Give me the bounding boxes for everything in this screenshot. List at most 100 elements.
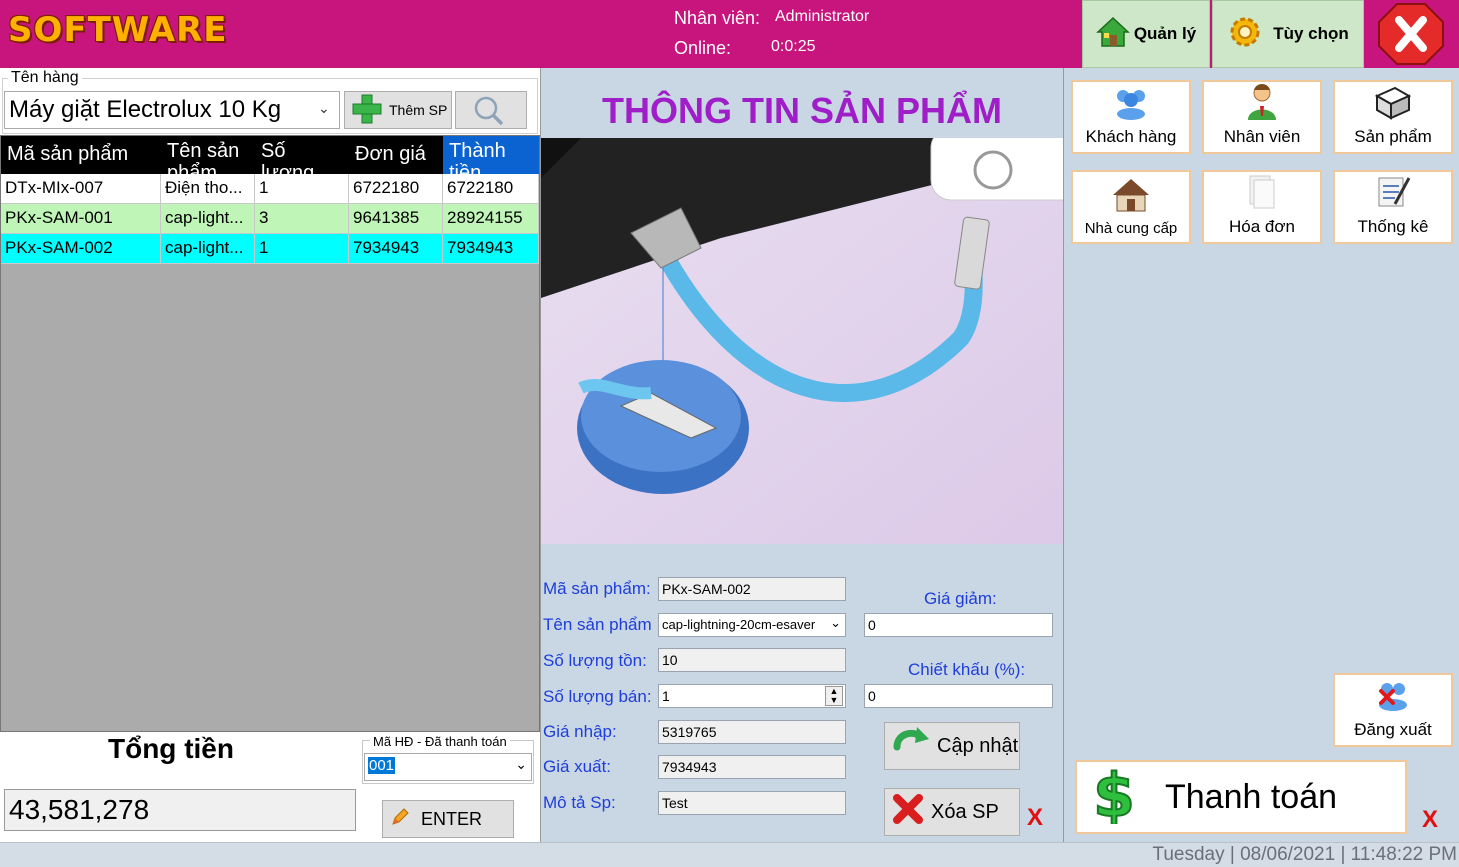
stock-quantity-label: Số lượng tồn: xyxy=(543,651,647,670)
house-icon xyxy=(1111,177,1151,218)
product-group-title: Tên hàng xyxy=(8,69,82,87)
employee-label: Nhân viên: xyxy=(674,8,761,28)
pay-label: Thanh toán xyxy=(1165,777,1338,816)
search-button[interactable] xyxy=(455,91,527,129)
customers-icon xyxy=(1111,84,1151,125)
total-label: Tổng tiền xyxy=(108,733,234,764)
cell-total: 28924155 xyxy=(443,204,539,234)
search-icon xyxy=(472,95,506,130)
employees-button[interactable]: Nhân viên xyxy=(1202,80,1322,154)
products-label: Sản phẩm xyxy=(1354,127,1432,146)
cell-unit-price: 9641385 xyxy=(349,204,443,234)
statistics-label: Thống kê xyxy=(1357,217,1429,236)
manage-label: Quản lý xyxy=(1133,24,1197,43)
invoices-label: Hóa đơn xyxy=(1229,217,1295,236)
sell-quantity-label: Số lượng bán: xyxy=(543,687,652,706)
product-name-select[interactable]: cap-lightning-20cm-esaver ⌄ xyxy=(658,613,846,637)
description-field[interactable]: Test xyxy=(658,791,846,815)
status-bar: Tuesday | 08/06/2021 | 11:48:22 PM xyxy=(0,842,1459,866)
column-header-total[interactable]: Thành tiền xyxy=(443,136,539,174)
cell-quantity: 1 xyxy=(255,174,349,204)
app-logo: SOFTWARE xyxy=(8,10,228,50)
cart-table: Mã sản phẩm Tên sản phẩm Số lượng Đơn gi… xyxy=(0,135,540,732)
employee-name: Administrator xyxy=(775,8,870,25)
sell-quantity-value: 1 xyxy=(662,688,670,704)
cell-unit-price: 7934943 xyxy=(349,234,443,264)
logout-button[interactable]: Đăng xuất xyxy=(1333,673,1453,747)
cell-code: PKx-SAM-002 xyxy=(1,234,161,264)
table-row[interactable]: PKx-SAM-002 cap-light... 1 7934943 79349… xyxy=(1,234,539,264)
cell-name: cap-light... xyxy=(161,204,255,234)
product-image xyxy=(541,127,1092,544)
suppliers-label: Nhà cung cấp xyxy=(1084,220,1178,237)
import-price-field[interactable]: 5319765 xyxy=(658,720,846,744)
add-product-label: Thêm SP xyxy=(389,102,448,118)
cell-quantity: 3 xyxy=(255,204,349,234)
invoice-select[interactable]: 001 ⌄ xyxy=(364,753,532,781)
delete-icon xyxy=(891,792,925,832)
table-row[interactable]: DTx-MIx-007 Điện tho... 1 6722180 672218… xyxy=(1,174,539,204)
report-icon xyxy=(1373,172,1413,215)
discount-label: Giá giảm: xyxy=(924,589,997,608)
update-button[interactable]: Cập nhật xyxy=(884,722,1020,770)
cell-code: PKx-SAM-001 xyxy=(1,204,161,234)
online-label: Online: xyxy=(674,38,732,58)
update-label: Cập nhật xyxy=(937,734,1019,757)
refresh-icon xyxy=(891,725,931,767)
chevron-down-icon: ⌄ xyxy=(515,756,527,772)
close-button[interactable] xyxy=(1377,2,1445,66)
suppliers-button[interactable]: Nhà cung cấp xyxy=(1071,170,1191,244)
table-row[interactable]: PKx-SAM-001 cap-light... 3 9641385 28924… xyxy=(1,204,539,234)
online-time: 0:0:25 xyxy=(771,38,816,55)
employee-icon xyxy=(1244,82,1280,125)
cell-name: cap-light... xyxy=(161,234,255,264)
delete-product-button[interactable]: Xóa SP xyxy=(884,788,1020,836)
pay-x-icon: X xyxy=(1422,806,1439,833)
product-code-field[interactable]: PKx-SAM-002 xyxy=(658,577,846,601)
stock-quantity-field[interactable]: 10 xyxy=(658,648,846,672)
discount-field[interactable]: 0 xyxy=(864,613,1053,637)
export-price-label: Giá xuất: xyxy=(543,757,612,776)
manage-button[interactable]: Quản lý xyxy=(1082,0,1210,68)
chevron-down-icon: ⌄ xyxy=(830,615,841,630)
column-header-unit-price[interactable]: Đơn giá xyxy=(349,136,443,174)
delete-product-label: Xóa SP xyxy=(931,800,999,823)
product-name-value: cap-lightning-20cm-esaver xyxy=(662,617,816,632)
column-header-name[interactable]: Tên sản phẩm xyxy=(161,136,255,174)
close-icon xyxy=(1377,3,1445,69)
product-code-label: Mã sản phẩm: xyxy=(543,579,651,598)
logout-label: Đăng xuất xyxy=(1354,720,1432,739)
customers-label: Khách hàng xyxy=(1085,127,1177,146)
statistics-button[interactable]: Thống kê xyxy=(1333,170,1453,244)
export-price-field[interactable]: 7934943 xyxy=(658,755,846,779)
sell-quantity-stepper[interactable]: 1 ▲ ▼ xyxy=(658,684,846,708)
logout-icon xyxy=(1373,677,1413,718)
enter-label: ENTER xyxy=(421,808,483,829)
product-info-title: THÔNG TIN SẢN PHẨM xyxy=(602,90,1002,131)
spinner-arrows-icon[interactable]: ▲ ▼ xyxy=(825,686,843,706)
invoice-select-value: 001 xyxy=(368,757,396,774)
gear-icon xyxy=(1227,14,1263,55)
description-label: Mô tả Sp: xyxy=(543,793,616,812)
enter-button[interactable]: ENTER xyxy=(382,800,514,838)
product-select[interactable]: Máy giặt Electrolux 10 Kg xyxy=(4,91,340,129)
documents-icon xyxy=(1244,172,1280,215)
employees-label: Nhân viên xyxy=(1223,127,1301,146)
cell-quantity: 1 xyxy=(255,234,349,264)
options-label: Tùy chọn xyxy=(1273,24,1349,43)
plus-icon xyxy=(349,93,385,128)
add-product-button[interactable]: Thêm SP xyxy=(344,91,452,129)
options-button[interactable]: Tùy chọn xyxy=(1212,0,1364,68)
invoice-group-title: Mã HĐ - Đã thanh toán xyxy=(370,734,510,749)
cell-unit-price: 6722180 xyxy=(349,174,443,204)
delete-x-icon: X xyxy=(1027,804,1044,831)
invoices-button[interactable]: Hóa đơn xyxy=(1202,170,1322,244)
customers-button[interactable]: Khách hàng xyxy=(1071,80,1191,154)
cell-code: DTx-MIx-007 xyxy=(1,174,161,204)
rebate-field[interactable]: 0 xyxy=(864,684,1053,708)
box-icon xyxy=(1373,84,1413,125)
column-header-quantity[interactable]: Số lượng xyxy=(255,136,349,174)
column-header-code[interactable]: Mã sản phẩm xyxy=(1,136,161,174)
products-button[interactable]: Sản phẩm xyxy=(1333,80,1453,154)
pay-button[interactable]: $ Thanh toán xyxy=(1075,760,1407,834)
